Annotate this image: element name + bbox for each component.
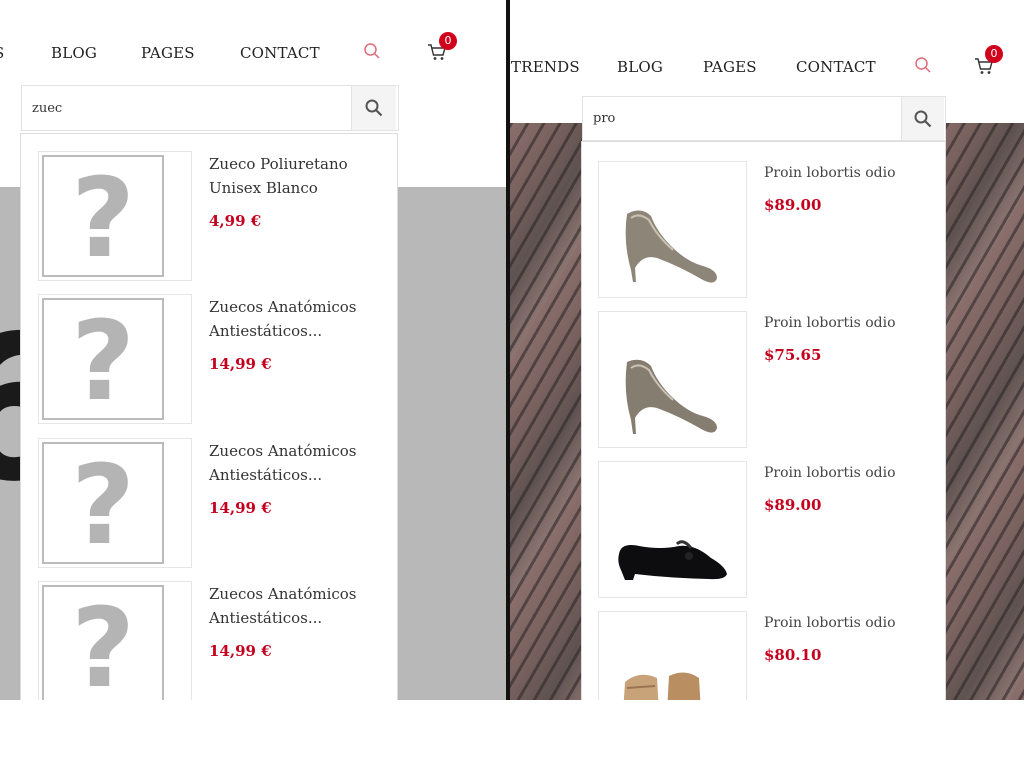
nav-item-trends[interactable]: TRENDS — [511, 58, 617, 76]
search-input[interactable] — [22, 86, 351, 130]
question-mark-icon: ? — [71, 297, 135, 424]
search-result-item[interactable]: Proin lobortis odio $80.10 — [582, 611, 945, 700]
result-name: Proin lobortis odio — [764, 315, 896, 331]
main-nav: TRENDS BLOG PAGES CONTACT — [511, 56, 932, 78]
cart-count-badge: 0 — [985, 45, 1003, 63]
question-mark-icon: ? — [71, 584, 135, 700]
result-name: Zueco Poliuretano Unisex Blanco — [209, 155, 348, 197]
product-thumbnail: ? — [38, 294, 192, 424]
search-results-dropdown: Proin lobortis odio $89.00 Proin loborti… — [581, 141, 946, 700]
search-form — [21, 85, 399, 131]
product-thumbnail: ? — [38, 581, 192, 700]
left-screenshot-panel: 6 S BLOG PAGES CONTACT 0 ? Zueco Poliure… — [0, 0, 506, 700]
search-form — [582, 96, 946, 141]
result-name: Proin lobortis odio — [764, 165, 896, 181]
search-results-dropdown: ? Zueco Poliuretano Unisex Blanco 4,99 € … — [20, 133, 398, 700]
nav-item-partial[interactable]: S — [0, 44, 51, 62]
search-input[interactable] — [583, 97, 901, 140]
magnifier-icon — [914, 110, 932, 127]
result-name: Proin lobortis odio — [764, 465, 896, 481]
question-mark-icon: ? — [71, 441, 135, 568]
result-price: $80.10 — [764, 646, 822, 664]
search-submit-button[interactable] — [351, 86, 396, 130]
result-price: $75.65 — [764, 346, 822, 364]
main-nav: S BLOG PAGES CONTACT — [0, 42, 428, 64]
nav-item-pages[interactable]: PAGES — [141, 44, 240, 62]
result-price: 14,99 € — [209, 499, 272, 517]
result-name: Zuecos Anatómicos Antiestáticos... — [209, 298, 357, 340]
nav-item-contact[interactable]: CONTACT — [796, 58, 914, 76]
result-price: $89.00 — [764, 496, 822, 514]
shoe-image — [598, 611, 747, 700]
search-submit-button[interactable] — [901, 97, 944, 140]
nav-item-contact[interactable]: CONTACT — [240, 44, 363, 62]
search-result-item[interactable]: ? Zuecos Anatómicos Antiestáticos... 14,9… — [21, 438, 397, 568]
search-result-item[interactable]: ? Zuecos Anatómicos Antiestáticos... 14,9… — [21, 581, 397, 700]
shoe-image — [598, 461, 747, 598]
cart-count-badge: 0 — [439, 32, 457, 50]
search-result-item[interactable]: Proin lobortis odio $89.00 — [582, 461, 945, 601]
nav-item-blog[interactable]: BLOG — [617, 58, 703, 76]
result-price: $89.00 — [764, 196, 822, 214]
result-price: 14,99 € — [209, 642, 272, 660]
search-result-item[interactable]: Proin lobortis odio $89.00 — [582, 161, 945, 301]
search-result-item[interactable]: ? Zueco Poliuretano Unisex Blanco 4,99 € — [21, 151, 397, 281]
result-price: 14,99 € — [209, 355, 272, 373]
search-icon[interactable] — [363, 42, 428, 64]
question-mark-icon: ? — [71, 154, 135, 281]
right-screenshot-panel: TRENDS BLOG PAGES CONTACT 0 Pro — [510, 0, 1024, 700]
magnifier-icon — [365, 99, 383, 117]
product-thumbnail: ? — [38, 151, 192, 281]
cart-button[interactable]: 0 — [427, 32, 457, 66]
result-name: Proin lobortis odio — [764, 615, 896, 631]
shoe-image — [598, 161, 747, 298]
result-price: 4,99 € — [209, 212, 262, 230]
shoe-image — [598, 311, 747, 448]
nav-item-pages[interactable]: PAGES — [703, 58, 796, 76]
search-icon[interactable] — [914, 56, 932, 78]
result-name: Zuecos Anatómicos Antiestáticos... — [209, 442, 357, 484]
search-result-item[interactable]: ? Zuecos Anatómicos Antiestáticos... 14,9… — [21, 294, 397, 424]
result-name: Zuecos Anatómicos Antiestáticos... — [209, 585, 357, 627]
search-result-item[interactable]: Proin lobortis odio $75.65 — [582, 311, 945, 451]
nav-item-blog[interactable]: BLOG — [51, 44, 141, 62]
cart-button[interactable]: 0 — [974, 45, 1003, 80]
product-thumbnail: ? — [38, 438, 192, 568]
